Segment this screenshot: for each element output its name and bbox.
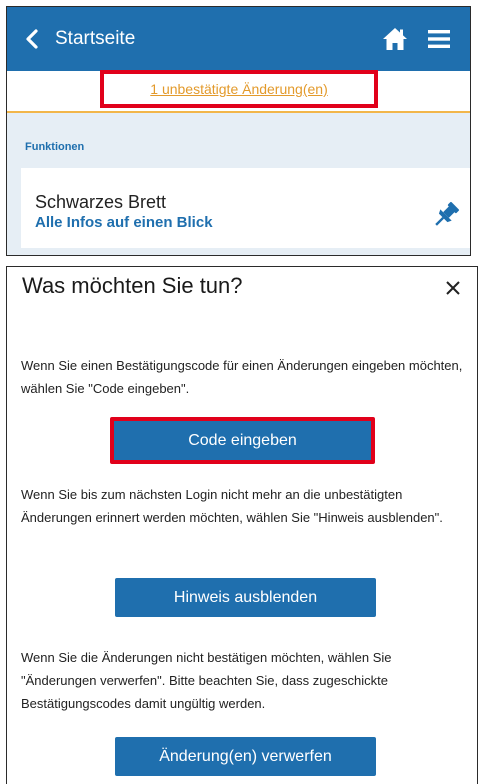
card-title: Schwarzes Brett — [35, 192, 167, 212]
hide-instruction-text: Wenn Sie bis zum nächsten Login nicht me… — [21, 487, 443, 525]
unconfirmed-changes-link[interactable]: 1 unbestätigte Änderung(en) — [150, 81, 327, 97]
section-label: Funktionen — [25, 141, 85, 153]
dialog-title: Was möchten Sie tun? — [22, 273, 243, 298]
back-label: Startseite — [55, 28, 136, 49]
pin-icon[interactable] — [431, 200, 461, 230]
hide-notice-button[interactable]: Hinweis ausblenden — [115, 578, 376, 617]
discard-changes-button[interactable]: Änderung(en) verwerfen — [115, 737, 376, 776]
chevron-left-icon — [26, 29, 38, 49]
close-icon[interactable] — [444, 279, 462, 297]
hamburger-menu-icon[interactable] — [426, 27, 452, 51]
discard-instruction-text: Wenn Sie die Änderungen nicht bestätigen… — [21, 650, 392, 711]
enter-code-button[interactable]: Code eingeben — [110, 417, 375, 464]
card-subtitle: Alle Infos auf einen Blick — [35, 214, 213, 231]
notice-highlight: 1 unbestätigte Änderung(en) — [100, 70, 378, 108]
back-button[interactable]: Startseite — [25, 24, 135, 54]
action-dialog: Was möchten Sie tun? Wenn Sie einen Best… — [6, 266, 478, 784]
home-icon[interactable] — [381, 26, 409, 52]
app-screen: Startseite 1 unbestätigte Änderung(en) F… — [6, 6, 471, 256]
bulletin-board-card[interactable]: Schwarzes Brett Alle Infos auf einen Bli… — [21, 168, 470, 248]
app-header: Startseite — [7, 7, 470, 71]
code-instruction-text: Wenn Sie einen Bestätigungscode für eine… — [21, 358, 463, 396]
